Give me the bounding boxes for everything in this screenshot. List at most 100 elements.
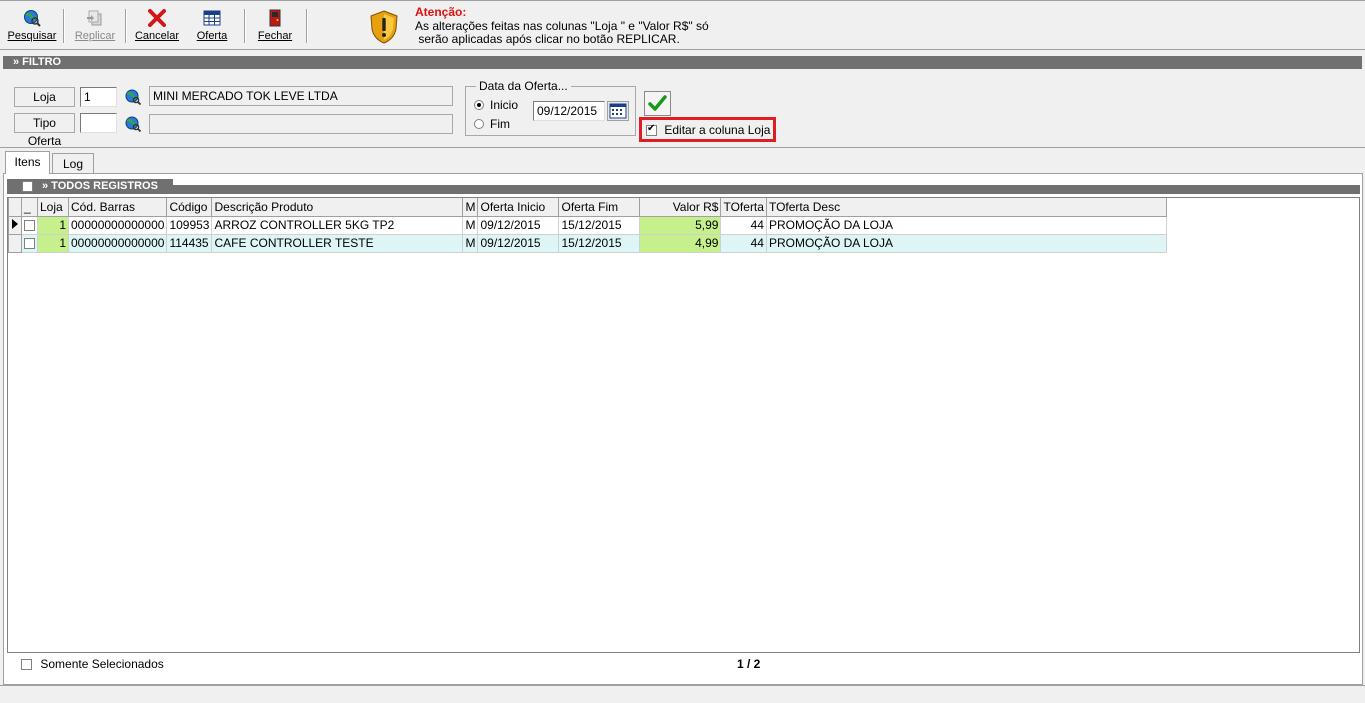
- toolbar-separator: [125, 9, 127, 43]
- red-x-icon: [148, 9, 166, 27]
- col-header-m[interactable]: M: [462, 198, 479, 217]
- table-icon: [203, 10, 221, 26]
- edit-loja-checkbox-box[interactable]: [646, 123, 657, 136]
- row-select-cell[interactable]: [21, 215, 38, 235]
- cell-descricao: CAFE CONTROLLER TESTE: [211, 233, 464, 253]
- cell-codigo: 114435: [166, 233, 213, 253]
- col-header-toferta[interactable]: TOferta: [720, 198, 767, 217]
- radio-fim-dot[interactable]: [474, 119, 484, 129]
- select-all-checkbox[interactable]: [22, 181, 33, 192]
- radio-inicio-label: Inicio: [490, 98, 519, 112]
- cell-valor[interactable]: 5,99: [639, 215, 722, 235]
- oferta-button[interactable]: Oferta: [190, 7, 234, 47]
- cell-loja[interactable]: 1: [37, 233, 69, 253]
- cell-fim: 15/12/2015: [558, 233, 641, 253]
- radio-fim-label: Fim: [490, 117, 510, 131]
- grid-section-rule: [173, 185, 1360, 194]
- checkmark-icon: [648, 95, 667, 111]
- col-header-codigo[interactable]: Código: [166, 198, 213, 217]
- tipo-oferta-input[interactable]: [80, 113, 117, 133]
- cell-descricao: ARROZ CONTROLLER 5KG TP2: [211, 215, 464, 235]
- table-row[interactable]: 1 00000000000000 114435 CAFE CONTROLLER …: [8, 233, 1167, 253]
- tab-itens[interactable]: Itens: [5, 151, 50, 174]
- status-bar: [0, 685, 1365, 703]
- col-header-select[interactable]: _: [21, 198, 38, 217]
- warning-shield-icon: [370, 10, 398, 44]
- calendar-icon: [609, 103, 627, 119]
- exit-door-icon: [269, 9, 281, 27]
- radio-inicio-dot[interactable]: [474, 100, 484, 110]
- cell-toferta-desc: PROMOÇÃO DA LOJA: [765, 233, 1167, 253]
- filter-panel: Loja 1 MINI MERCADO TOK LEVE LTDA Tipo O…: [0, 70, 1365, 148]
- pesquisar-label: Pesquisar: [7, 30, 57, 42]
- cell-m: M: [462, 215, 479, 235]
- table-row[interactable]: 1 00000000000000 109953 ARROZ CONTROLLER…: [8, 215, 1167, 235]
- grid-section-title: » TODOS REGISTROS: [42, 180, 158, 192]
- row-select-cell[interactable]: [21, 233, 38, 253]
- cell-inicio: 09/12/2015: [477, 233, 560, 253]
- somente-selecionados-label: Somente Selecionados: [40, 657, 164, 671]
- cancelar-button[interactable]: Cancelar: [132, 7, 182, 47]
- loja-input[interactable]: 1: [80, 87, 117, 107]
- fechar-button[interactable]: Fechar: [252, 7, 298, 47]
- cell-inicio: 09/12/2015: [477, 215, 560, 235]
- items-grid[interactable]: _ Loja Cód. Barras Código Descrição Prod…: [7, 197, 1360, 653]
- col-header-oferta-fim[interactable]: Oferta Fim: [558, 198, 641, 217]
- calendar-button[interactable]: [607, 101, 629, 121]
- current-row-arrow-icon: [12, 219, 18, 229]
- date-input[interactable]: 09/12/2015: [533, 101, 605, 121]
- loja-search-icon[interactable]: [125, 89, 141, 105]
- warning-title: Atenção:: [415, 5, 467, 19]
- date-group: Data da Oferta... Inicio Fim 09/12/2015: [465, 79, 636, 136]
- fechar-label: Fechar: [257, 30, 293, 42]
- col-header-loja[interactable]: Loja: [37, 198, 69, 217]
- loja-name-display: MINI MERCADO TOK LEVE LTDA: [149, 86, 453, 106]
- date-group-title: Data da Oferta...: [476, 79, 571, 93]
- cell-toferta: 44: [720, 233, 767, 253]
- edit-loja-checkbox[interactable]: Editar a coluna Loja: [646, 123, 770, 137]
- replicar-button[interactable]: Replicar: [70, 7, 120, 47]
- col-header-oferta-inicio[interactable]: Oferta Inicio: [477, 198, 560, 217]
- cell-loja[interactable]: 1: [37, 215, 69, 235]
- toolbar-separator: [63, 9, 65, 43]
- cell-toferta-desc: PROMOÇÃO DA LOJA: [765, 215, 1167, 235]
- row-indicator: [8, 233, 22, 253]
- warning-message: As alterações feitas nas colunas "Loja "…: [415, 20, 709, 46]
- row-indicator: [8, 215, 22, 235]
- row-checkbox[interactable]: [24, 220, 35, 231]
- cell-barras: 00000000000000: [67, 215, 168, 235]
- oferta-label: Oferta: [196, 30, 228, 42]
- pesquisar-button[interactable]: Pesquisar: [6, 7, 58, 47]
- replicar-label: Replicar: [74, 30, 116, 42]
- toolbar-separator: [306, 9, 308, 43]
- col-header-valor[interactable]: Valor R$: [639, 198, 722, 217]
- replicate-icon: [87, 10, 102, 26]
- col-header-cod-barras[interactable]: Cód. Barras: [67, 198, 168, 217]
- edit-loja-checkbox-label: Editar a coluna Loja: [664, 123, 771, 137]
- filter-section-title: » FILTRO: [13, 56, 62, 68]
- somente-selecionados-checkbox[interactable]: Somente Selecionados: [21, 657, 164, 671]
- cell-valor[interactable]: 4,99: [639, 233, 722, 253]
- radio-fim[interactable]: Fim: [474, 117, 510, 131]
- cell-fim: 15/12/2015: [558, 215, 641, 235]
- cell-m: M: [462, 233, 479, 253]
- indicator-header: [8, 198, 22, 217]
- apply-filter-button[interactable]: [644, 91, 671, 116]
- cell-codigo: 109953: [166, 215, 213, 235]
- cell-barras: 00000000000000: [67, 233, 168, 253]
- somente-selecionados-box[interactable]: [21, 659, 32, 670]
- warning-line-2: serão aplicadas após clicar no botão REP…: [415, 32, 680, 46]
- row-checkbox[interactable]: [24, 238, 35, 249]
- grid-header-row: _ Loja Cód. Barras Código Descrição Prod…: [8, 198, 1167, 217]
- col-header-descricao[interactable]: Descrição Produto: [211, 198, 464, 217]
- radio-inicio[interactable]: Inicio: [474, 98, 518, 112]
- items-table: _ Loja Cód. Barras Código Descrição Prod…: [8, 198, 1167, 253]
- toolbar: Pesquisar Replicar Cancelar Oferta Fecha…: [0, 0, 1365, 50]
- tab-log[interactable]: Log: [52, 153, 94, 173]
- toolbar-separator: [244, 9, 246, 43]
- tipo-oferta-search-icon[interactable]: [125, 116, 141, 132]
- col-header-toferta-desc[interactable]: TOferta Desc: [765, 198, 1167, 217]
- grid-section-header: » TODOS REGISTROS: [7, 179, 1360, 194]
- tipo-oferta-name-display: [149, 114, 453, 134]
- cancelar-label: Cancelar: [134, 30, 180, 42]
